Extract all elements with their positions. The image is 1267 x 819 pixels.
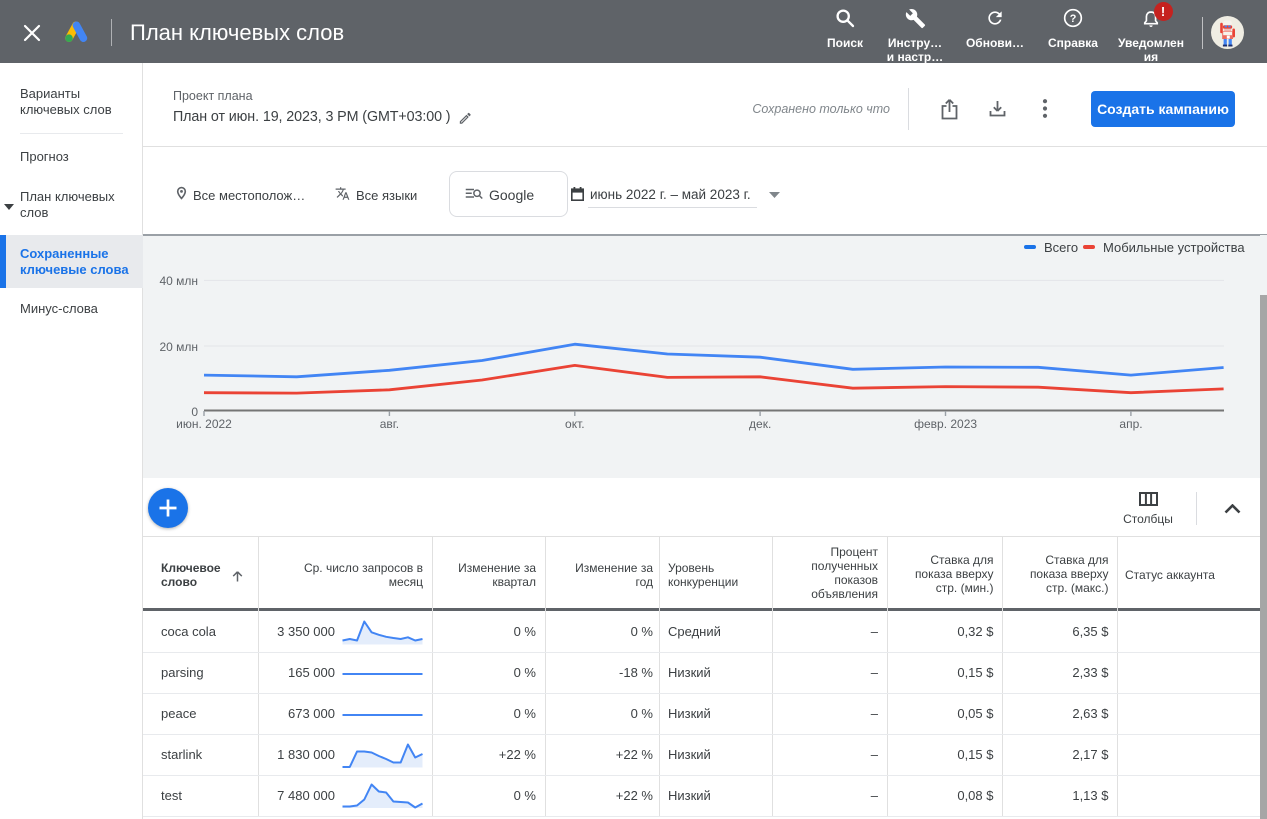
svg-text:?: ? [1070, 13, 1077, 25]
